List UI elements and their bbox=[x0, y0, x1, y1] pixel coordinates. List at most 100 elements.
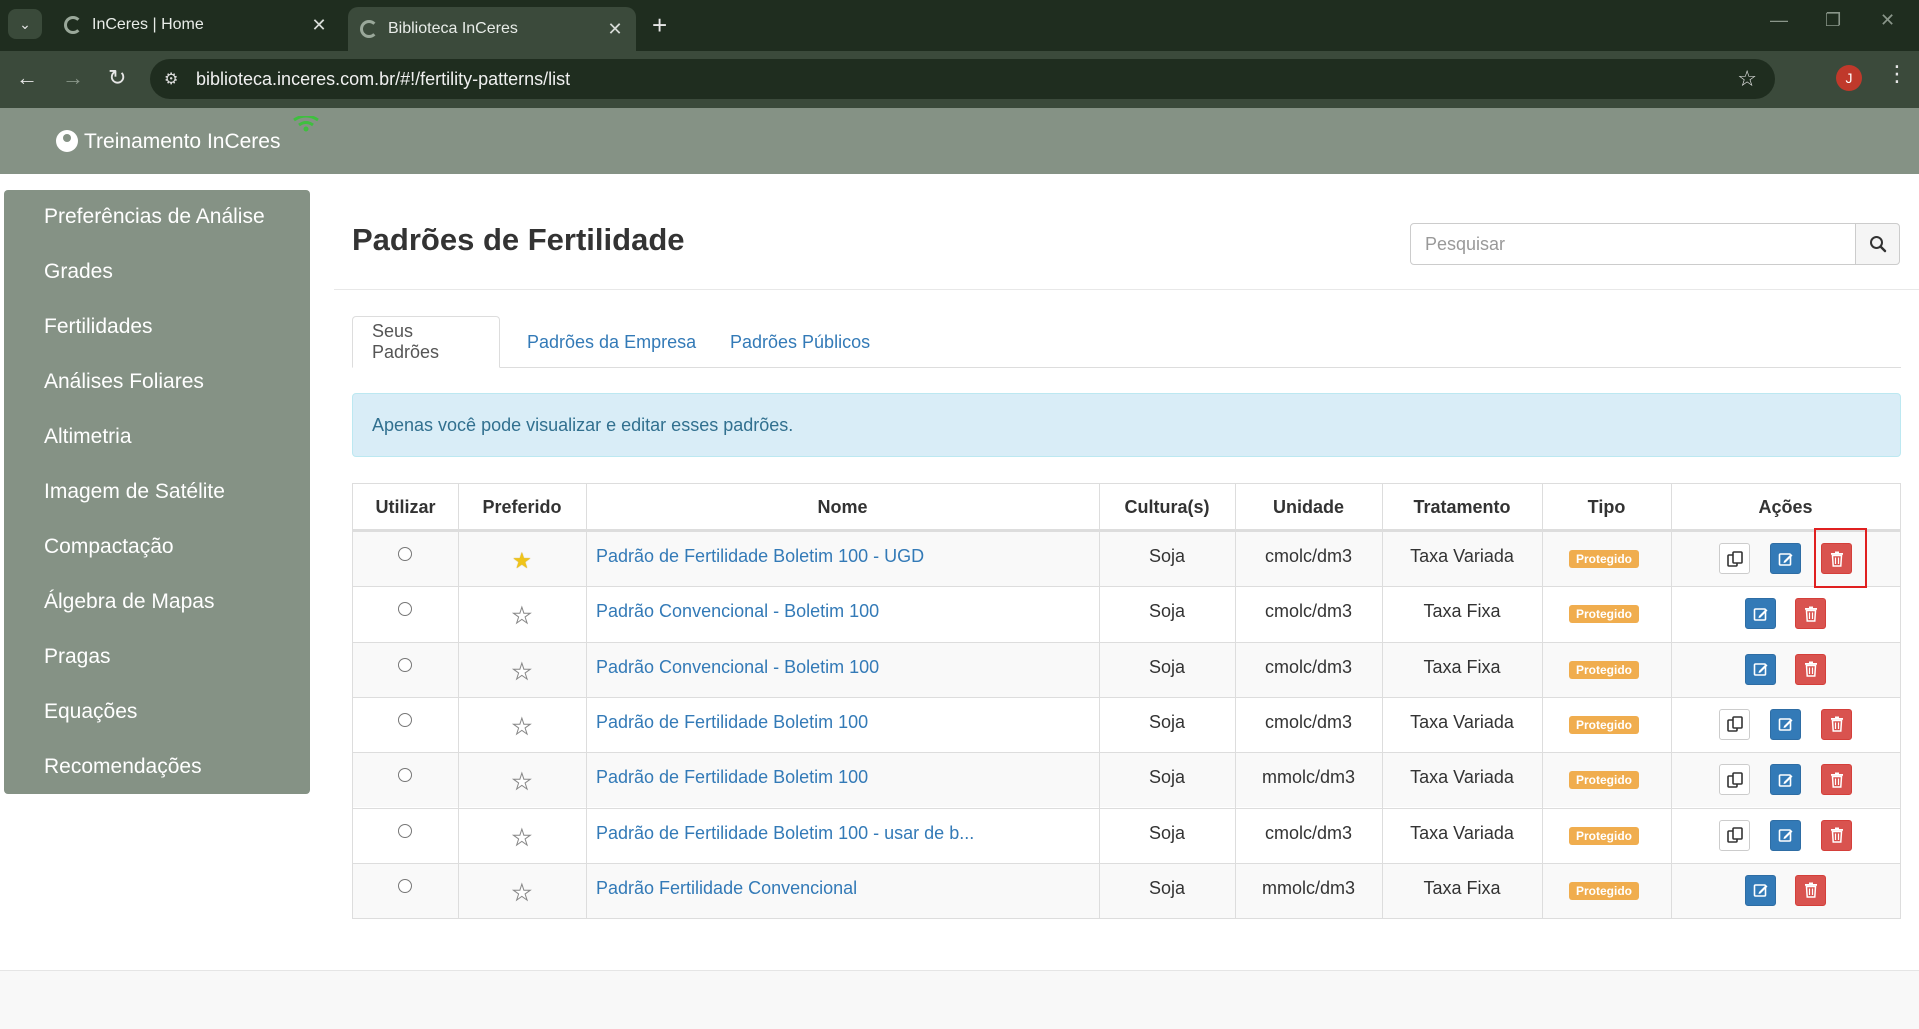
edit-button[interactable] bbox=[1770, 819, 1801, 851]
copy-button[interactable] bbox=[1719, 708, 1750, 740]
pattern-name-link[interactable]: Padrão de Fertilidade Boletim 100 bbox=[596, 767, 868, 788]
unit-cell: mmolc/dm3 bbox=[1261, 877, 1355, 898]
tab-padroes-publicos[interactable]: Padrões Públicos bbox=[711, 316, 889, 368]
edit-button[interactable] bbox=[1745, 598, 1776, 630]
footer bbox=[0, 971, 1919, 1029]
treatment-cell: Taxa Variada bbox=[1410, 767, 1514, 788]
pattern-name-link[interactable]: Padrão de Fertilidade Boletim 100 - usar… bbox=[596, 823, 974, 844]
use-pattern-radio[interactable] bbox=[398, 768, 412, 783]
address-url[interactable]: biblioteca.inceres.com.br/#!/fertility-p… bbox=[196, 69, 570, 90]
treatment-cell: Taxa Variada bbox=[1410, 822, 1514, 843]
use-pattern-radio[interactable] bbox=[398, 823, 412, 838]
sidebar-item-compactacao[interactable]: Compactação bbox=[44, 535, 174, 559]
minimize-icon[interactable]: — bbox=[1770, 10, 1788, 31]
copy-button[interactable] bbox=[1719, 764, 1750, 796]
copy-icon bbox=[1726, 827, 1743, 843]
sidebar-item-imagem-satelite[interactable]: Imagem de Satélite bbox=[44, 480, 225, 504]
trash-icon bbox=[1830, 716, 1843, 733]
delete-button[interactable] bbox=[1821, 708, 1852, 740]
protected-badge: Protegido bbox=[1569, 605, 1639, 624]
pattern-name-link[interactable]: Padrão Convencional - Boletim 100 bbox=[596, 657, 879, 678]
search-input[interactable] bbox=[1410, 223, 1856, 265]
pattern-name-link[interactable]: Padrão Fertilidade Convencional bbox=[596, 878, 857, 899]
use-pattern-radio[interactable] bbox=[398, 712, 412, 727]
copy-button[interactable] bbox=[1719, 543, 1750, 574]
tab-search-chevron-icon[interactable]: ⌄ bbox=[8, 9, 42, 39]
copy-icon bbox=[1726, 716, 1743, 733]
column-header-utilizar: Utilizar bbox=[375, 496, 436, 517]
bookmark-star-icon[interactable]: ☆ bbox=[1737, 66, 1757, 92]
culture-cell: Soja bbox=[1148, 767, 1186, 788]
browser-tab-home[interactable]: InCeres | Home ✕ bbox=[52, 7, 340, 43]
star-filled-icon[interactable]: ★ bbox=[512, 550, 532, 572]
search-button[interactable] bbox=[1855, 223, 1900, 265]
star-outline-icon[interactable]: ★ bbox=[512, 604, 533, 627]
unit-cell: cmolc/dm3 bbox=[1264, 822, 1353, 843]
column-divider bbox=[1671, 484, 1672, 918]
star-outline-icon[interactable]: ★ bbox=[512, 770, 533, 793]
star-outline-icon[interactable]: ★ bbox=[512, 715, 533, 738]
sidebar-item-recomendacoes[interactable]: Recomendações bbox=[44, 755, 202, 779]
use-pattern-radio[interactable] bbox=[398, 602, 412, 617]
sidebar-item-analises-foliares[interactable]: Análises Foliares bbox=[44, 370, 204, 394]
edit-icon bbox=[1753, 884, 1767, 898]
user-circle-icon bbox=[56, 130, 78, 152]
browser-menu-icon[interactable]: ⋮ bbox=[1886, 61, 1908, 87]
profile-avatar[interactable]: J bbox=[1836, 65, 1862, 91]
use-pattern-radio[interactable] bbox=[398, 547, 412, 561]
back-arrow-icon[interactable]: ← bbox=[16, 65, 38, 91]
delete-button[interactable] bbox=[1821, 764, 1852, 796]
sidebar-item-algebra-mapas[interactable]: Álgebra de Mapas bbox=[44, 590, 214, 614]
sidebar-item-altimetria[interactable]: Altimetria bbox=[44, 425, 132, 449]
delete-button[interactable] bbox=[1795, 874, 1826, 906]
star-outline-icon[interactable]: ★ bbox=[512, 881, 533, 904]
close-tab-icon[interactable]: ✕ bbox=[602, 19, 628, 40]
pattern-name-link[interactable]: Padrão Convencional - Boletim 100 bbox=[596, 601, 879, 622]
protected-badge: Protegido bbox=[1569, 881, 1639, 900]
sidebar-item-preferencias[interactable]: Preferências de Análise bbox=[44, 205, 265, 229]
use-pattern-radio[interactable] bbox=[398, 657, 412, 672]
restore-icon[interactable]: ❐ bbox=[1825, 10, 1841, 31]
sidebar-item-equacoes[interactable]: Equações bbox=[44, 700, 137, 724]
site-info-icon[interactable]: ⚙ bbox=[164, 69, 178, 89]
use-pattern-radio[interactable] bbox=[398, 878, 412, 893]
edit-button[interactable] bbox=[1770, 708, 1801, 740]
address-bar[interactable]: ⚙ biblioteca.inceres.com.br/#!/fertility… bbox=[150, 59, 1775, 99]
edit-button[interactable] bbox=[1770, 543, 1801, 574]
column-header-tratamento: Tratamento bbox=[1413, 496, 1511, 517]
edit-icon bbox=[1753, 663, 1767, 676]
tab-seus-padroes[interactable]: Seus Padrões bbox=[352, 316, 500, 368]
loading-favicon-icon bbox=[64, 16, 82, 34]
column-header-preferido: Preferido bbox=[482, 496, 562, 517]
reload-icon[interactable]: ↻ bbox=[108, 65, 126, 91]
edit-button[interactable] bbox=[1745, 653, 1776, 685]
edit-icon bbox=[1778, 718, 1792, 732]
forward-arrow-icon[interactable]: → bbox=[62, 65, 84, 91]
close-tab-icon[interactable]: ✕ bbox=[306, 15, 332, 36]
delete-button[interactable] bbox=[1795, 653, 1826, 685]
delete-button[interactable] bbox=[1795, 598, 1826, 630]
copy-button[interactable] bbox=[1719, 819, 1750, 851]
new-tab-plus-icon[interactable]: + bbox=[652, 10, 667, 40]
sidebar-item-fertilidades[interactable]: Fertilidades bbox=[44, 315, 153, 339]
tab-padroes-empresa[interactable]: Padrões da Empresa bbox=[508, 316, 715, 368]
edit-icon bbox=[1778, 552, 1792, 566]
browser-tab-biblioteca[interactable]: Biblioteca InCeres ✕ bbox=[348, 7, 636, 51]
edit-button[interactable] bbox=[1745, 874, 1776, 906]
protected-badge: Protegido bbox=[1569, 771, 1639, 790]
star-outline-icon[interactable]: ★ bbox=[512, 826, 533, 849]
sidebar-item-pragas[interactable]: Pragas bbox=[44, 645, 111, 669]
delete-button[interactable] bbox=[1821, 819, 1852, 851]
browser-tabstrip: ⌄ InCeres | Home ✕ Biblioteca InCeres ✕ … bbox=[0, 0, 1919, 51]
window-close-icon[interactable]: ✕ bbox=[1880, 10, 1895, 31]
trash-icon bbox=[1830, 772, 1843, 788]
edit-button[interactable] bbox=[1770, 764, 1801, 796]
star-outline-icon[interactable]: ★ bbox=[512, 660, 533, 683]
pattern-name-link[interactable]: Padrão de Fertilidade Boletim 100 - UGD bbox=[596, 546, 924, 567]
sidebar-item-grades[interactable]: Grades bbox=[44, 260, 113, 284]
treatment-cell: Taxa Fixa bbox=[1423, 601, 1501, 622]
pattern-name-link[interactable]: Padrão de Fertilidade Boletim 100 bbox=[596, 712, 868, 733]
culture-cell: Soja bbox=[1148, 601, 1186, 622]
tab-title: Biblioteca InCeres bbox=[388, 20, 518, 37]
user-name[interactable]: Treinamento InCeres bbox=[84, 130, 280, 154]
